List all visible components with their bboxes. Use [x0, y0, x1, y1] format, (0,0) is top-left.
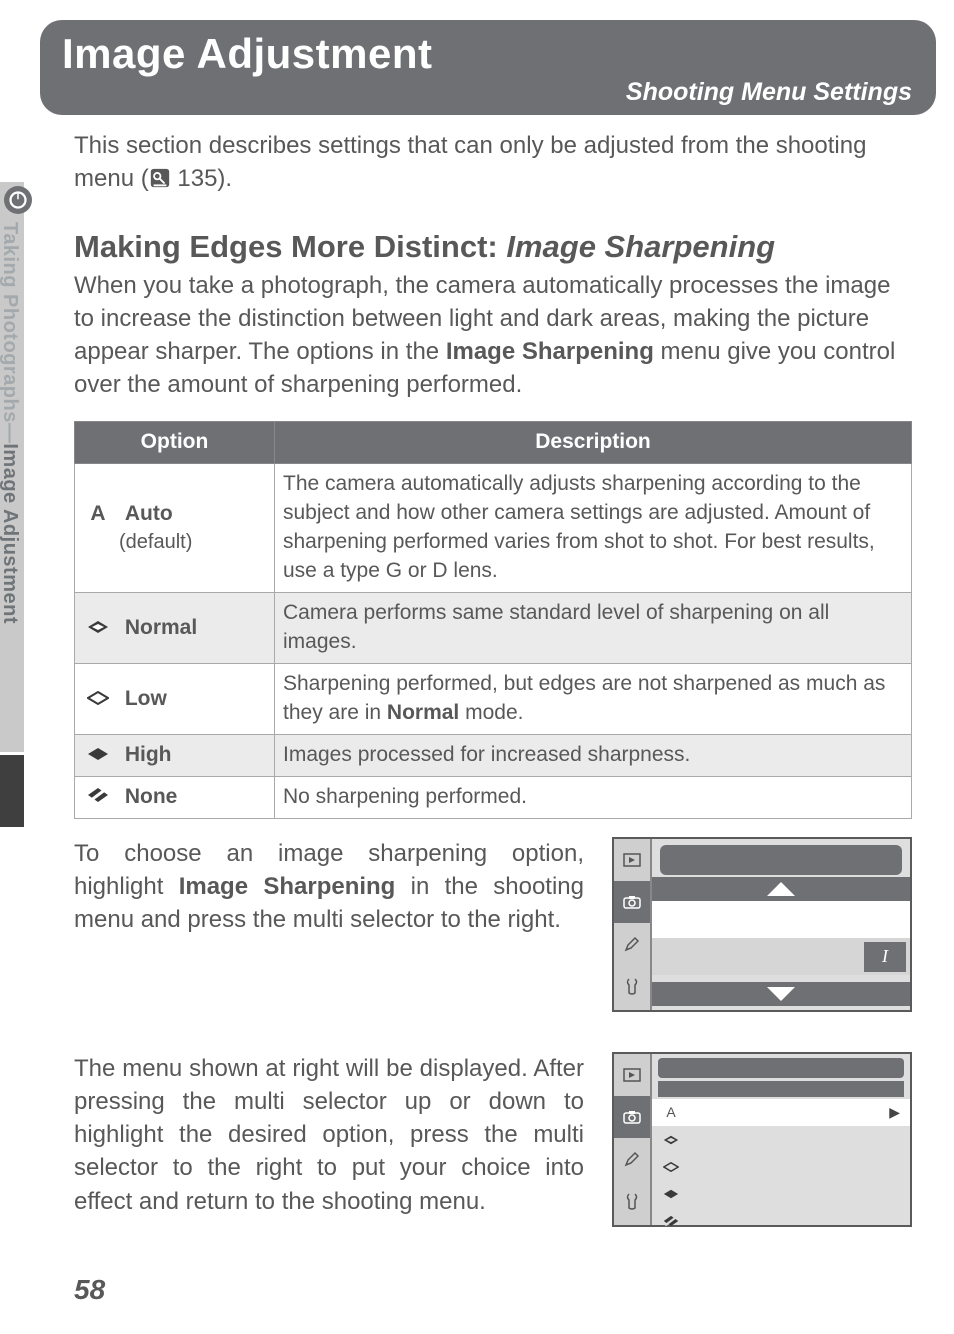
submenu-row-normal	[652, 1126, 910, 1153]
setup-tab-icon	[614, 965, 650, 1007]
th-option: Option	[75, 422, 275, 464]
thumb-tab	[0, 755, 24, 827]
shooting-tab-icon	[614, 881, 650, 923]
section-subtitle: Shooting Menu Settings	[40, 78, 936, 107]
main-content: This section describes settings that can…	[74, 129, 912, 1227]
section-header: Image Adjustment Shooting Menu Settings	[40, 20, 936, 115]
right-arrow-icon: ▶	[889, 1103, 900, 1122]
down-arrow-icon	[767, 987, 795, 1001]
th-description: Description	[275, 422, 912, 464]
submenu-row-high	[652, 1180, 910, 1207]
menu-screenshot-2: A ▶	[612, 1052, 912, 1227]
page-number: 58	[74, 1274, 105, 1306]
table-row: Normal Camera performs same standard lev…	[75, 593, 912, 664]
playback-tab-icon	[614, 1054, 650, 1096]
camera-mode-icon	[4, 186, 32, 214]
menu-value-indicator: I	[864, 942, 906, 972]
side-tab: Taking Photographs—Image Adjustment	[0, 182, 36, 752]
page-ref-icon	[149, 165, 171, 198]
setup-tab-icon	[614, 1180, 650, 1222]
no-symbol-icon	[660, 1215, 682, 1227]
pencil-tab-icon	[614, 923, 650, 965]
diamond-filled-icon	[83, 614, 113, 643]
diamond-filled-icon	[660, 1135, 682, 1145]
pencil-tab-icon	[614, 1138, 650, 1180]
submenu-row-auto: A ▶	[652, 1099, 910, 1126]
intro-paragraph: This section describes settings that can…	[74, 129, 912, 198]
diamond-outline-icon	[83, 685, 113, 714]
submenu-row-low	[652, 1153, 910, 1180]
instruction-block-1: To choose an image sharpening option, hi…	[74, 837, 912, 1012]
section-heading: Making Edges More Distinct: Image Sharpe…	[74, 226, 912, 269]
table-row: A Auto (default) The camera automaticall…	[75, 464, 912, 593]
diamond-solid-icon	[660, 1189, 682, 1199]
body-paragraph-1: When you take a photograph, the camera a…	[74, 269, 912, 401]
table-row: High Images processed for increased shar…	[75, 735, 912, 777]
diamond-outline-icon	[660, 1162, 682, 1172]
menu-selected-row	[652, 901, 910, 938]
menu-screenshot-1: I	[612, 837, 912, 1012]
submenu-row-none	[652, 1207, 910, 1234]
instruction-block-2: The menu shown at right will be displaye…	[74, 1052, 912, 1227]
side-tab-label: Taking Photographs—Image Adjustment	[0, 222, 21, 624]
no-symbol-icon	[83, 783, 113, 812]
diamond-solid-icon	[83, 741, 113, 770]
shooting-tab-icon	[614, 1096, 650, 1138]
option-icon-auto: A	[660, 1103, 682, 1122]
table-row: Low Sharpening performed, but edges are …	[75, 664, 912, 735]
option-icon-auto: A	[83, 500, 113, 529]
up-arrow-icon	[767, 882, 795, 896]
section-title: Image Adjustment	[40, 20, 936, 78]
options-table: Option Description A Auto (default) The …	[74, 421, 912, 819]
playback-tab-icon	[614, 839, 650, 881]
table-row: None No sharpening performed.	[75, 777, 912, 819]
